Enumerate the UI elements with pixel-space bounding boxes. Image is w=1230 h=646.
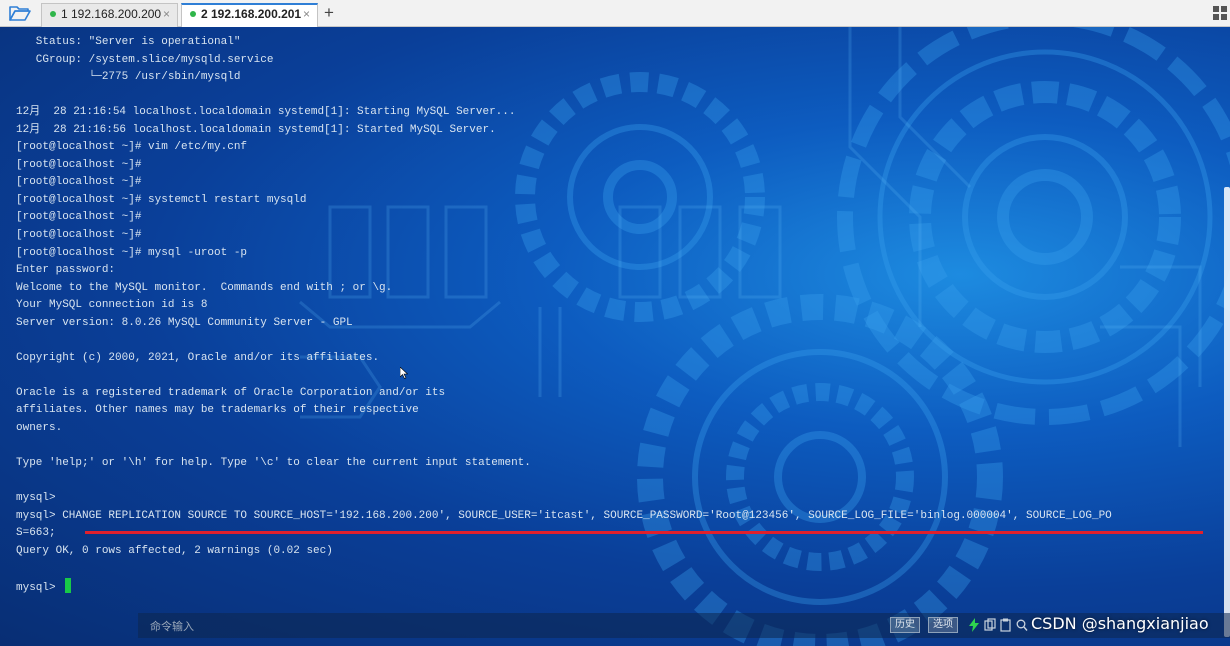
terminal-line: [root@localhost ~]# (16, 158, 142, 171)
command-input[interactable] (148, 613, 852, 640)
terminal-line: Oracle is a registered trademark of Orac… (16, 386, 446, 399)
lightning-icon[interactable] (968, 618, 980, 632)
layout-grid-icon[interactable] (1213, 6, 1227, 20)
add-tab-button[interactable]: + (320, 3, 338, 23)
terminal-prompt-line[interactable]: mysql> (16, 577, 1216, 596)
tab-label: 1 192.168.200.200 (61, 7, 162, 21)
tab-close-icon[interactable]: × (303, 5, 310, 24)
connected-status-dot (50, 11, 56, 17)
options-button[interactable]: 选项 (928, 617, 958, 633)
terminal-line: Enter password: (16, 264, 116, 277)
terminal-line: [root@localhost ~]# (16, 229, 142, 242)
paste-icon[interactable] (1000, 618, 1012, 632)
history-button[interactable]: 历史 (890, 617, 920, 633)
terminal-line: [root@localhost ~]# systemctl restart my… (16, 193, 307, 206)
terminal-line: mysql> CHANGE REPLICATION SOURCE TO SOUR… (16, 509, 1112, 522)
terminal-line: Copyright (c) 2000, 2021, Oracle and/or … (16, 351, 380, 364)
vertical-scrollbar[interactable] (1224, 187, 1230, 637)
highlight-underline (85, 531, 1203, 534)
terminal-line: 12月 28 21:16:54 localhost.localdomain sy… (16, 106, 516, 119)
copy-icon[interactable] (984, 618, 996, 632)
terminal-line: mysql> (16, 492, 56, 505)
terminal-line: [root@localhost ~]# mysql -uroot -p (16, 246, 248, 259)
tab-label: 2 192.168.200.201 (201, 7, 302, 21)
folder-open-icon[interactable] (9, 4, 33, 23)
terminal-line: 12月 28 21:16:56 localhost.localdomain sy… (16, 123, 496, 136)
terminal-line: Your MySQL connection id is 8 (16, 299, 208, 312)
tab-session-2[interactable]: 2 192.168.200.201 × (181, 3, 318, 27)
terminal-text: Status: "Server is operational" CGroup: … (16, 34, 1216, 596)
terminal-line: affiliates. Other names may be trademark… (16, 404, 419, 417)
tab-session-1[interactable]: 1 192.168.200.200 × (41, 3, 178, 27)
terminal-line: Welcome to the MySQL monitor. Commands e… (16, 281, 393, 294)
terminal-line: Query OK, 0 rows affected, 2 warnings (0… (16, 544, 333, 557)
terminal-line: S=663; (16, 527, 56, 540)
terminal-line: owners. (16, 422, 63, 435)
terminal-line: [root@localhost ~]# (16, 211, 142, 224)
terminal-line: └─2775 /usr/sbin/mysqld (16, 71, 241, 84)
terminal-line: Type 'help;' or '\h' for help. Type '\c'… (16, 457, 531, 470)
terminal-app-window: 1 192.168.200.200 × 2 192.168.200.201 × … (0, 0, 1230, 646)
search-icon[interactable] (1016, 618, 1028, 632)
csdn-watermark: CSDN @shangxianjiao (1031, 614, 1209, 633)
terminal-line: Server version: 8.0.26 MySQL Community S… (16, 316, 353, 329)
mysql-prompt: mysql> (16, 581, 63, 594)
session-tab-bar: 1 192.168.200.200 × 2 192.168.200.201 × … (0, 0, 1230, 27)
tab-close-icon[interactable]: × (163, 4, 170, 25)
mouse-pointer-icon (400, 367, 408, 379)
terminal-line: [root@localhost ~]# vim /etc/my.cnf (16, 141, 248, 154)
text-cursor (65, 577, 72, 593)
terminal-line: CGroup: /system.slice/mysqld.service (16, 53, 274, 66)
connected-status-dot (190, 11, 196, 17)
terminal-output-area[interactable]: Status: "Server is operational" CGroup: … (0, 27, 1230, 646)
terminal-line: Status: "Server is operational" (16, 36, 241, 48)
terminal-line: [root@localhost ~]# (16, 176, 142, 189)
